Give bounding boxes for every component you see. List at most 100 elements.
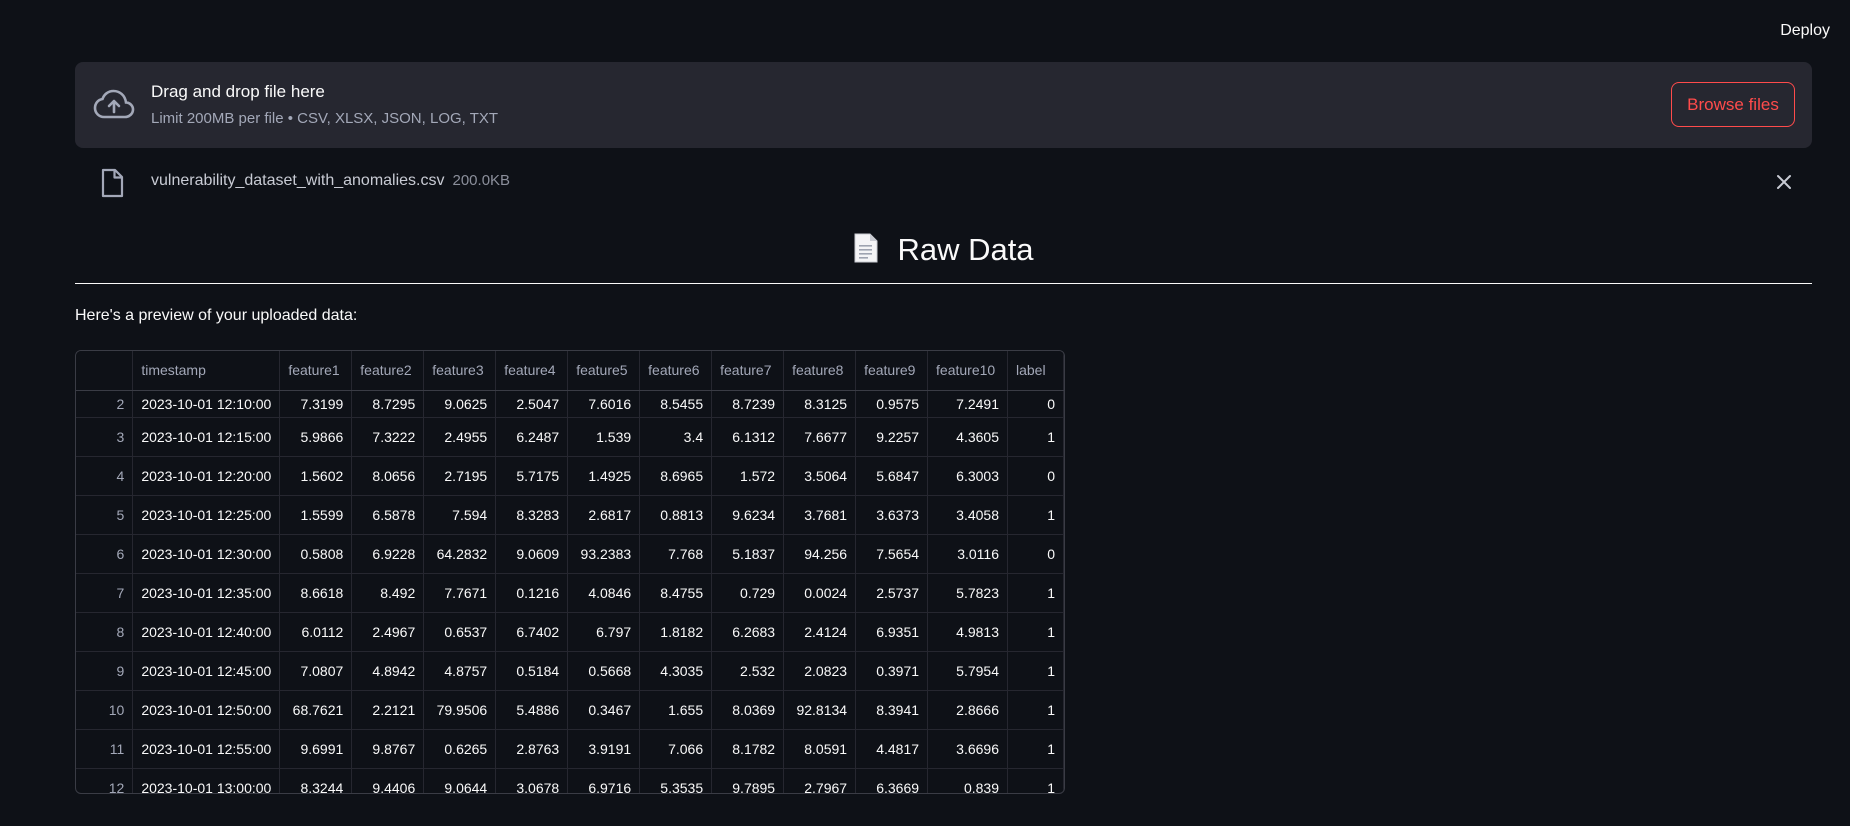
table-cell[interactable]: 7.0807 (279, 651, 353, 691)
table-cell[interactable]: 2.2121 (351, 690, 425, 730)
table-cell[interactable]: 0.839 (927, 768, 1008, 793)
table-cell[interactable]: 9.7895 (711, 768, 785, 793)
table-cell[interactable]: 0.5808 (279, 534, 353, 574)
table-cell[interactable]: 5.6847 (855, 456, 929, 496)
table-cell[interactable]: 4.4817 (855, 729, 929, 769)
table-cell[interactable]: 2023-10-01 12:40:00 (132, 612, 281, 652)
table-cell[interactable]: 2023-10-01 12:15:00 (132, 417, 281, 457)
table-cell[interactable]: 2.7195 (423, 456, 497, 496)
table-cell[interactable]: 1 (1007, 417, 1064, 457)
column-header[interactable]: feature10 (927, 351, 1008, 391)
table-cell[interactable]: 2.8666 (927, 690, 1008, 730)
table-cell[interactable]: 9.0644 (423, 768, 497, 793)
browse-files-button[interactable]: Browse files (1671, 82, 1795, 127)
column-header[interactable]: feature4 (495, 351, 569, 391)
table-cell[interactable]: 3.6696 (927, 729, 1008, 769)
row-index-cell[interactable]: 10 (76, 690, 134, 730)
table-cell[interactable]: 5.7823 (927, 573, 1008, 613)
table-cell[interactable]: 8.3125 (783, 390, 857, 418)
table-cell[interactable]: 1 (1007, 573, 1064, 613)
table-cell[interactable]: 9.4406 (351, 768, 425, 793)
column-header[interactable]: feature1 (279, 351, 353, 391)
table-cell[interactable]: 9.0625 (423, 390, 497, 418)
table-cell[interactable]: 8.0656 (351, 456, 425, 496)
deploy-button[interactable]: Deploy (1774, 20, 1836, 42)
table-cell[interactable]: 6.3003 (927, 456, 1008, 496)
table-cell[interactable]: 5.3535 (639, 768, 713, 793)
table-cell[interactable]: 94.256 (783, 534, 857, 574)
table-row[interactable]: 10 2023-10-01 12:50:00 68.7621 2.2121 79.950… (76, 690, 1064, 730)
close-icon[interactable] (1776, 174, 1792, 190)
table-cell[interactable]: 1.4925 (567, 456, 641, 496)
table-row[interactable]: 6 2023-10-01 12:30:00 0.5808 6.9228 64.2832 9… (76, 534, 1064, 574)
table-cell[interactable]: 3.6373 (855, 495, 929, 535)
row-index-cell[interactable]: 2 (76, 390, 134, 418)
table-cell[interactable]: 1.655 (639, 690, 713, 730)
table-cell[interactable]: 92.8134 (783, 690, 857, 730)
table-row[interactable]: 11 2023-10-01 12:55:00 9.6991 9.8767 0.6265 2… (76, 729, 1064, 769)
column-header[interactable]: label (1007, 351, 1064, 391)
table-cell[interactable]: 6.0112 (279, 612, 353, 652)
table-cell[interactable]: 8.7239 (711, 390, 785, 418)
table-cell[interactable]: 1.5602 (279, 456, 353, 496)
table-cell[interactable]: 8.6618 (279, 573, 353, 613)
table-cell[interactable]: 2023-10-01 12:30:00 (132, 534, 281, 574)
table-row[interactable]: 9 2023-10-01 12:45:00 7.0807 4.8942 4.8757 0.… (76, 651, 1064, 691)
column-header[interactable]: feature8 (783, 351, 857, 391)
column-header-index[interactable] (76, 351, 134, 391)
table-cell[interactable]: 0 (1007, 390, 1064, 418)
table-cell[interactable]: 8.0591 (783, 729, 857, 769)
table-cell[interactable]: 8.0369 (711, 690, 785, 730)
table-cell[interactable]: 79.9506 (423, 690, 497, 730)
file-dropzone[interactable]: Drag and drop file here Limit 200MB per … (75, 62, 1812, 148)
table-cell[interactable]: 5.7954 (927, 651, 1008, 691)
table-cell[interactable]: 1 (1007, 651, 1064, 691)
table-cell[interactable]: 2023-10-01 12:50:00 (132, 690, 281, 730)
table-cell[interactable]: 0.5668 (567, 651, 641, 691)
table-cell[interactable]: 4.0846 (567, 573, 641, 613)
table-cell[interactable]: 2.4124 (783, 612, 857, 652)
table-cell[interactable]: 8.3244 (279, 768, 353, 793)
table-cell[interactable]: 6.9351 (855, 612, 929, 652)
table-cell[interactable]: 2.7967 (783, 768, 857, 793)
table-cell[interactable]: 2.532 (711, 651, 785, 691)
table-cell[interactable]: 0.1216 (495, 573, 569, 613)
table-cell[interactable]: 1.539 (567, 417, 641, 457)
table-cell[interactable]: 1.572 (711, 456, 785, 496)
table-cell[interactable]: 1 (1007, 495, 1064, 535)
table-cell[interactable]: 2.4955 (423, 417, 497, 457)
column-header[interactable]: timestamp (132, 351, 281, 391)
table-row[interactable]: 12 2023-10-01 13:00:00 8.3244 9.4406 9.0644 3… (76, 768, 1064, 793)
table-cell[interactable]: 3.0116 (927, 534, 1008, 574)
row-index-cell[interactable]: 6 (76, 534, 134, 574)
column-header[interactable]: feature3 (423, 351, 497, 391)
row-index-cell[interactable]: 11 (76, 729, 134, 769)
table-row[interactable]: 8 2023-10-01 12:40:00 6.0112 2.4967 0.6537 6.… (76, 612, 1064, 652)
table-cell[interactable]: 6.2487 (495, 417, 569, 457)
table-cell[interactable]: 0.0024 (783, 573, 857, 613)
table-cell[interactable]: 9.2257 (855, 417, 929, 457)
table-cell[interactable]: 2023-10-01 12:10:00 (132, 390, 281, 418)
table-row[interactable]: 7 2023-10-01 12:35:00 8.6618 8.492 7.7671 0.1… (76, 573, 1064, 613)
table-row[interactable]: 5 2023-10-01 12:25:00 1.5599 6.5878 7.594 8.3… (76, 495, 1064, 535)
table-cell[interactable]: 3.5064 (783, 456, 857, 496)
table-cell[interactable]: 1.8182 (639, 612, 713, 652)
table-cell[interactable]: 8.3283 (495, 495, 569, 535)
table-cell[interactable]: 93.2383 (567, 534, 641, 574)
table-cell[interactable]: 2.4967 (351, 612, 425, 652)
table-row[interactable]: 4 2023-10-01 12:20:00 1.5602 8.0656 2.7195 5.… (76, 456, 1064, 496)
table-cell[interactable]: 1.5599 (279, 495, 353, 535)
table-cell[interactable]: 9.8767 (351, 729, 425, 769)
table-cell[interactable]: 1 (1007, 690, 1064, 730)
table-cell[interactable]: 5.7175 (495, 456, 569, 496)
table-cell[interactable]: 8.4755 (639, 573, 713, 613)
table-cell[interactable]: 7.3222 (351, 417, 425, 457)
table-cell[interactable]: 8.3941 (855, 690, 929, 730)
table-cell[interactable]: 8.7295 (351, 390, 425, 418)
table-cell[interactable]: 2023-10-01 13:00:00 (132, 768, 281, 793)
table-cell[interactable]: 0 (1007, 534, 1064, 574)
table-cell[interactable]: 8.492 (351, 573, 425, 613)
table-cell[interactable]: 7.066 (639, 729, 713, 769)
table-cell[interactable]: 7.2491 (927, 390, 1008, 418)
row-index-cell[interactable]: 7 (76, 573, 134, 613)
